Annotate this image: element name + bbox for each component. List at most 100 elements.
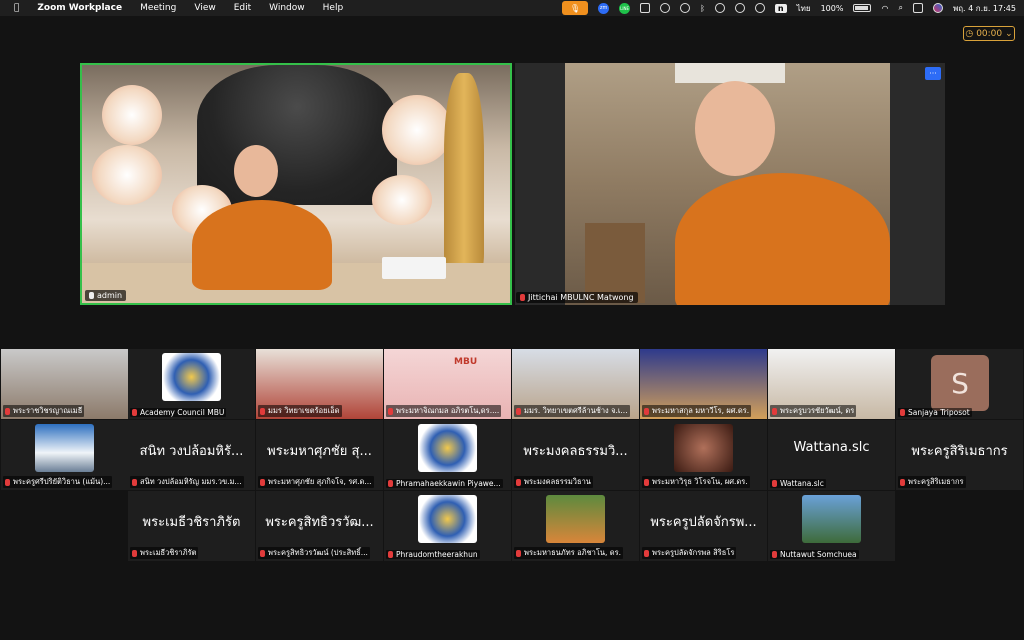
participant-tile[interactable]: พระเมธีวชิราภิรัต พระเมธีวชิราภิรัต [128,491,255,561]
info-icon[interactable] [660,3,671,13]
participant-name-tag: พระมหาศุภชัย สุภกิจโจ, รศ.ด... [258,476,374,488]
participant-tile[interactable]: มมร วิทยาเขตร้อยเอ็ด [256,349,383,419]
participant-name: พระราชวิชรญาณเมธี [13,406,83,415]
participant-tile[interactable]: พระมงคลธรรมวิ... พระมงคลธรรมวิธาน [512,420,639,490]
participant-name-tag: พระเมธีวชิราภิรัต [130,547,199,559]
participant-name-tag: สนิท วงปล้อมหิรัญ มมร.วข.ม... [130,476,244,488]
app-name[interactable]: Zoom Workplace [37,3,122,13]
participant-tile[interactable]: พระมหาศุภชัย สุ... พระมหาศุภชัย สุภกิจโจ,… [256,420,383,490]
participant-tile[interactable]: พระมหาธนภัทร อภิชาโน, ดร. [512,491,639,561]
participant-name-tag: มมร วิทยาเขตร้อยเอ็ด [258,405,342,417]
muted-microphone-icon [644,549,649,557]
monk-robe [192,200,332,290]
participant-tile[interactable]: พระมหาสกุล มหาวีโร, ผศ.ดร. [640,349,767,419]
participant-name: Wattana.slc [780,479,824,488]
participant-tile[interactable]: MBU พระมหาจิณกมล อภิรตโน,ดร.... [384,349,511,419]
line-icon[interactable]: LINE [619,2,631,14]
slide-title: MBU [454,357,478,367]
muted-microphone-icon [132,409,137,416]
video-admin[interactable]: admin [80,63,512,305]
input-source-icon[interactable]: n [774,3,787,13]
participant-name: พระมหาจิณกมล อภิรตโน,ดร.... [396,406,500,415]
papers [382,257,446,279]
wifi-icon[interactable]: ◠ [881,4,888,13]
participant-tile[interactable]: Phraudomtheerakhun [384,491,511,561]
participant-tile[interactable]: มมร. วิทยาเขตศรีล้านช้าง จ.เ... [512,349,639,419]
participant-name-tag: พระครูบวรชัยวัฒน์, ดร [770,405,857,417]
flower-arrangement [382,95,452,165]
more-options-button[interactable]: ··· [925,67,941,80]
menu-edit[interactable]: Edit [234,3,251,13]
airdrop-icon[interactable] [680,3,691,13]
muted-microphone-icon [516,549,521,557]
participant-tile[interactable]: พระครูสิทธิวรวัฒ... พระครูสิทธิวรวัฒน์ (ป… [256,491,383,561]
flower-arrangement [372,175,432,225]
participant-name: พระครูสิทธิวรวัฒน์ (ประสิทธิ์... [268,548,368,557]
participant-tile[interactable]: Nuttawut Somchuea [768,491,895,561]
participant-tile[interactable]: Phramahaekkawin Piyawe... [384,420,511,490]
participant-name-tag: พระมงคลธรรมวิธาน [514,476,593,488]
participant-tile[interactable]: พระครูปลัดจักรพ... พระครูปลัดจักรพล สิริธ… [640,491,767,561]
participant-tile[interactable]: พระครูบวรชัยวัฒน์, ดร [768,349,895,419]
participant-tile[interactable]: S Sanjaya Triposot [896,349,1023,419]
control-center-icon[interactable] [912,3,923,13]
participant-name: พระเมธีวชิราภิรัต [140,548,197,557]
menu-meeting[interactable]: Meeting [140,3,176,13]
buddha-statue [197,65,397,205]
video-jittichai[interactable]: ··· Jittichai MBULNC Matwong [515,63,945,305]
search-icon[interactable]: ⌕ [898,3,902,13]
participant-tile[interactable]: พระครูสิริเมธากร พระครูสิริเมธากร [896,420,1023,490]
profile-picture [546,495,605,543]
participant-display-name: Wattana.slc [793,440,870,455]
participant-tile[interactable]: Academy Council MBU [128,349,255,419]
meeting-timer[interactable]: ◷ 00:00 ⌄ [963,26,1015,41]
air-conditioner [675,63,785,83]
participant-display-name: พระมหาศุภชัย สุ... [267,444,372,459]
participant-tile[interactable]: พระครูศรีปริยัติวิธาน (แม้น)... [1,420,128,490]
menu-window[interactable]: Window [269,3,305,13]
participant-name: Phraudomtheerakhun [396,550,478,559]
muted-microphone-icon [388,480,393,487]
participant-name: พระมหาธนภัทร อภิชาโน, ดร. [524,548,622,557]
microphone-status-icon[interactable]: 🎙 [562,1,589,15]
monk-head [695,81,775,176]
participant-name: Sanjaya Triposot [908,408,970,417]
menu-bar:  Zoom Workplace Meeting View Edit Windo… [0,0,1024,16]
muted-microphone-icon [644,478,649,486]
participant-tile[interactable]: พระราชวิชรญาณเมธี [1,349,128,419]
menu-help[interactable]: Help [323,3,344,13]
avatar: S [931,355,989,411]
participant-name-tag: Phramahaekkawin Piyawe... [386,479,503,488]
zoom-menu-icon[interactable]: zm [598,2,610,14]
timer-icon[interactable] [734,3,745,13]
participant-name-tag: Academy Council MBU [130,408,227,417]
date-time[interactable]: พฤ. 4 ก.ย. 17:45 [953,2,1016,15]
participant-name: Academy Council MBU [140,408,225,417]
participant-display-name: พระครูสิริเมธากร [911,444,1008,459]
participant-name-tag: พระมหาจิณกมล อภิรตโน,ดร.... [386,405,502,417]
participant-tile[interactable]: พระมหาวิรุธ วิโรจโน, ผศ.ดร. [640,420,767,490]
participant-tile[interactable]: Wattana.slc Wattana.slc [768,420,895,490]
participant-name-tag: Phraudomtheerakhun [386,550,480,559]
muted-microphone-icon [388,551,393,558]
apple-icon[interactable]:  [14,3,19,13]
participant-display-name: พระครูสิทธิวรวัฒ... [265,515,374,530]
muted-microphone-icon [132,549,137,557]
battery-percent: 100% [820,3,844,13]
participant-name-tag: พระมหาวิรุธ วิโรจโน, ผศ.ดร. [642,476,750,488]
participant-tile[interactable]: สนิท วงปล้อมหิรั... สนิท วงปล้อมหิรัญ มมร… [128,420,255,490]
muted-microphone-icon [260,549,265,557]
window-icon[interactable] [640,3,651,13]
participant-name: พระครูศรีปริยัติวิธาน (แม้น)... [13,477,111,486]
menu-view[interactable]: View [194,3,215,13]
battery-icon[interactable] [853,4,872,12]
muted-microphone-icon [900,409,905,416]
bluetooth-icon[interactable]: ᛒ [700,4,705,13]
play-icon[interactable] [714,3,725,13]
user-icon[interactable] [754,3,765,13]
video-feed [565,63,890,305]
muted-microphone-icon [260,407,265,415]
monk-robe [675,173,890,305]
siri-icon[interactable] [932,3,943,13]
muted-microphone-icon [132,478,137,486]
